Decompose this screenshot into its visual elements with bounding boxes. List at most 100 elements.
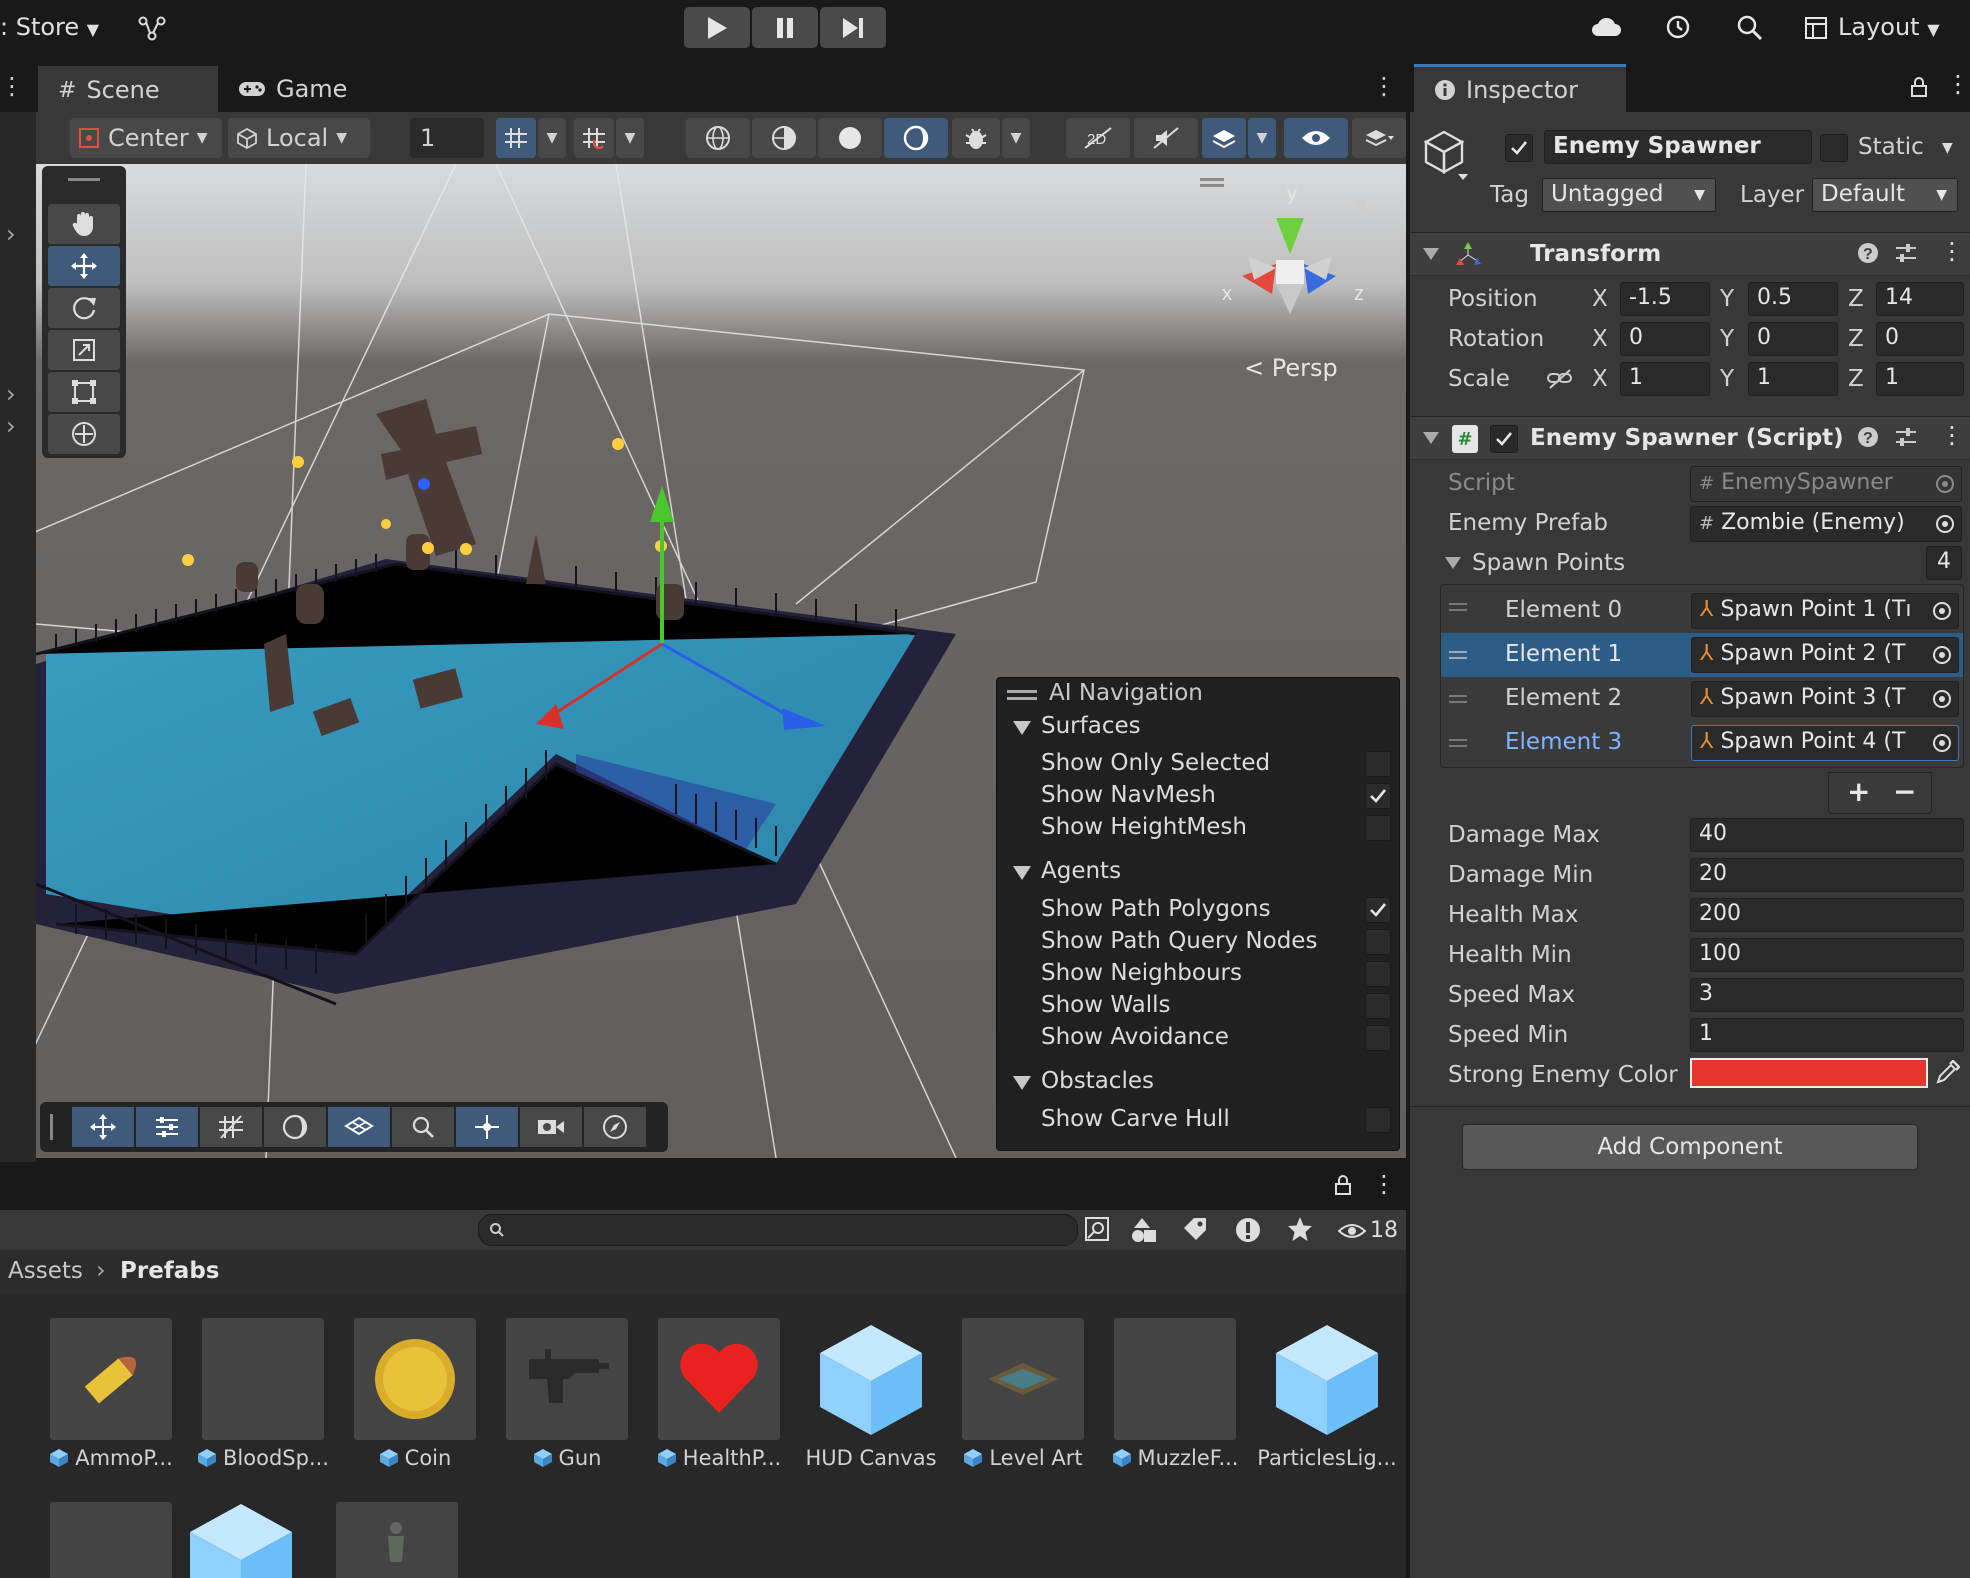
list-item-selected[interactable]: Element 1 ⅄ Spawn Point 2 (T [1441,633,1963,677]
shaded-wireframe-icon[interactable] [752,118,816,158]
grid-snap-icon[interactable] [496,118,536,158]
breadcrumb-prefabs[interactable]: Prefabs [120,1258,219,1284]
position-z-field[interactable]: 14 [1876,282,1964,316]
shaded-icon[interactable] [818,118,882,158]
static-checkbox[interactable] [1820,134,1848,162]
option-show-path-query-nodes[interactable]: Show Path Query Nodes [997,926,1401,958]
lock-icon[interactable] [1910,76,1928,98]
checkbox[interactable] [1365,961,1391,987]
lighting-overlay-icon[interactable] [264,1107,326,1147]
health-max-field[interactable]: 200 [1690,898,1964,932]
transform-tool-icon[interactable] [48,414,120,454]
checkbox[interactable] [1365,815,1391,841]
filter-by-type-icon[interactable] [1130,1216,1158,1244]
asset-item[interactable]: HealthP... [644,1318,794,1470]
group-surfaces[interactable]: Surfaces [997,711,1401,743]
filter-by-label-icon[interactable] [1182,1216,1208,1242]
option-show-heightmesh[interactable]: Show HeightMesh [997,812,1401,844]
effects-layers-icon[interactable] [1202,118,1246,158]
scene-visibility-eye-icon[interactable] [1284,118,1348,158]
color-swatch[interactable] [1690,1058,1928,1088]
checkbox[interactable] [1365,1025,1391,1051]
drag-handle[interactable] [68,178,100,181]
move-overlay-icon[interactable] [72,1107,134,1147]
2d-toggle-icon[interactable]: 2D [1066,118,1130,158]
add-component-button[interactable]: Add Component [1462,1124,1918,1170]
layout-dropdown[interactable]: Layout ▼ [1838,13,1940,41]
snap-increment-icon[interactable] [574,118,614,158]
asset-item[interactable]: BloodSp... [188,1318,338,1470]
transform-header[interactable]: Transform ? ⋮ [1410,232,1970,276]
rotation-x-field[interactable]: 0 [1620,322,1710,356]
drag-handle-icon[interactable] [1449,695,1467,697]
move-tool-icon[interactable] [48,246,120,286]
presets-sliders-icon[interactable] [1894,242,1918,264]
wireframe-shading-icon[interactable] [686,118,750,158]
option-show-path-polygons[interactable]: Show Path Polygons [997,894,1401,926]
active-checkbox[interactable] [1505,134,1533,162]
snap-dropdown-icon[interactable]: ▼ [616,118,644,158]
settings-sliders-icon[interactable] [136,1107,198,1147]
version-control-icon[interactable] [138,14,166,42]
expand-arrow-icon[interactable]: › [6,412,16,440]
element-object-field[interactable]: ⅄ Spawn Point 3 (T [1691,681,1959,717]
project-search-input[interactable] [478,1214,1078,1246]
option-show-neighbours[interactable]: Show Neighbours [997,958,1401,990]
scale-tool-icon[interactable] [48,330,120,370]
grid-dropdown-icon[interactable]: ▼ [538,118,566,158]
help-icon[interactable]: ? [1856,425,1880,449]
drag-handle[interactable] [1007,690,1037,693]
compass-overlay-icon[interactable] [584,1107,646,1147]
health-min-field[interactable]: 100 [1690,938,1964,972]
search-overlay-icon[interactable] [392,1107,454,1147]
component-more-icon[interactable]: ⋮ [1940,237,1964,265]
object-picker-icon[interactable] [1932,689,1952,709]
asset-item[interactable]: ParticlesLig... [1252,1318,1402,1470]
layer-dropdown[interactable]: Default ▼ [1812,178,1958,212]
asset-item[interactable]: Gun [492,1318,642,1470]
object-picker-icon[interactable] [1932,733,1952,753]
rotate-tool-icon[interactable] [48,288,120,328]
debug-bug-icon[interactable] [952,118,1000,158]
option-show-walls[interactable]: Show Walls [997,990,1401,1022]
checkbox-checked[interactable] [1365,897,1391,923]
debug-dropdown-icon[interactable]: ▼ [1002,118,1030,158]
lock-icon[interactable] [1334,1174,1352,1196]
breadcrumb-assets[interactable]: Assets [8,1258,83,1284]
asset-item[interactable]: Level Art [948,1318,1098,1470]
hand-tool-icon[interactable] [48,204,120,244]
pivot-rotation-dropdown[interactable]: Local ▼ [228,118,370,158]
favorite-star-icon[interactable] [1286,1215,1314,1243]
play-button[interactable] [684,7,750,48]
checkbox[interactable] [1365,751,1391,777]
pause-button[interactable] [752,7,818,48]
presets-sliders-icon[interactable] [1894,426,1918,448]
search-icon[interactable] [1736,14,1764,42]
more-vertical-icon[interactable]: ⋮ [0,72,24,100]
checkbox[interactable] [1365,929,1391,955]
option-show-carve-hull[interactable]: Show Carve Hull [997,1104,1401,1136]
store-menu[interactable]: : Store ▼ [0,13,99,41]
option-show-only-selected[interactable]: Show Only Selected [997,748,1401,780]
audio-mute-icon[interactable] [1134,118,1198,158]
rotation-y-field[interactable]: 0 [1748,322,1838,356]
tag-dropdown[interactable]: Untagged ▼ [1542,178,1716,212]
constrain-proportions-link-icon[interactable] [1546,368,1574,390]
asset-item[interactable]: MuzzleF... [1100,1318,1250,1470]
perspective-toggle[interactable]: < Persp [1244,354,1338,382]
cube-thumbnail-icon[interactable] [186,1500,296,1578]
pivot-mode-dropdown[interactable]: Center ▼ [70,118,222,158]
tab-scene[interactable]: # Scene [38,66,218,112]
damage-max-field[interactable]: 40 [1690,818,1964,852]
add-element-button[interactable]: + [1847,775,1870,808]
object-picker-icon[interactable] [1932,601,1952,621]
draw-mode-layers-icon[interactable] [1352,118,1406,158]
lit-mode-icon[interactable] [884,118,948,158]
cloud-icon[interactable] [1590,14,1622,40]
inspector-more-icon[interactable]: ⋮ [1946,70,1970,98]
list-item[interactable]: Element 3 ⅄ Spawn Point 4 (T [1441,721,1963,765]
camera-overlay-icon[interactable] [520,1107,582,1147]
object-picker-icon[interactable] [1932,645,1952,665]
search-scope-icon[interactable] [1084,1216,1110,1242]
asset-item[interactable]: Coin [340,1318,490,1470]
